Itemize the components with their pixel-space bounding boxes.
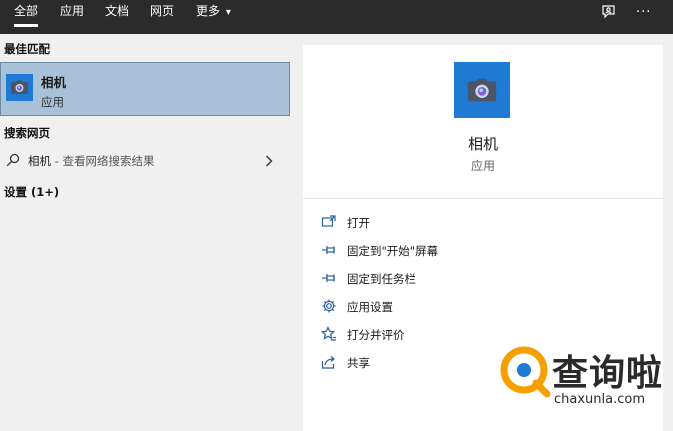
pin-to-start-action[interactable]: 固定到"开始"屏幕	[321, 240, 521, 262]
best-match-camera[interactable]: 相机 应用	[0, 62, 290, 116]
app-settings-label: 应用设置	[347, 300, 393, 314]
pin-to-taskbar-action[interactable]: 固定到任务栏	[321, 268, 521, 290]
app-name: 相机	[467, 135, 498, 153]
share-label: 共享	[347, 356, 370, 370]
open-action[interactable]: 打开	[321, 212, 521, 234]
results-list: 最佳匹配 相机 应用 搜索网页 相机 - 查看网络搜索结果 设置 (1+)	[0, 34, 293, 431]
web-search-query: 相机	[28, 154, 51, 168]
rate-and-review-action[interactable]: 打分并评价	[320, 324, 521, 346]
open-icon	[321, 214, 337, 230]
share-icon	[321, 354, 337, 370]
watermark-url: chaxunla.com	[554, 392, 645, 407]
web-search-hint: - 查看网络搜索结果	[51, 154, 155, 168]
best-match-type: 应用	[41, 95, 64, 109]
pin-start-icon	[321, 242, 337, 258]
share-action[interactable]: 共享	[321, 352, 521, 374]
pin-to-taskbar-label: 固定到任务栏	[347, 272, 416, 286]
search-icon	[6, 153, 20, 167]
rate-icon	[320, 326, 337, 342]
gear-icon	[321, 298, 337, 314]
tab-apps[interactable]: 应用	[60, 0, 84, 34]
tab-documents[interactable]: 文档	[105, 0, 129, 34]
open-label: 打开	[347, 216, 370, 230]
tab-web[interactable]: 网页	[150, 0, 174, 34]
chevron-down-icon: ▾	[225, 7, 231, 18]
divider	[303, 198, 663, 199]
more-options-icon[interactable]: ···	[636, 3, 658, 23]
watermark: 查询啦 chaxunla.com	[494, 340, 673, 431]
rate-and-review-label: 打分并评价	[347, 328, 405, 342]
watermark-title: 查询啦	[552, 353, 664, 394]
watermark-logo-icon	[498, 346, 552, 398]
search-filter-bar: 全部 应用 文档 网页 更多 ▾ ···	[0, 0, 673, 34]
camera-app-icon	[6, 74, 33, 101]
best-match-heading: 最佳匹配	[4, 42, 50, 56]
feedback-icon[interactable]	[599, 3, 621, 23]
best-match-name: 相机	[41, 75, 67, 90]
web-search-heading: 搜索网页	[4, 126, 50, 140]
settings-heading[interactable]: 设置 (1+)	[4, 184, 59, 200]
tab-more[interactable]: 更多 ▾	[196, 0, 231, 34]
web-search-result[interactable]: 相机 - 查看网络搜索结果	[0, 150, 293, 172]
pin-to-start-label: 固定到"开始"屏幕	[347, 244, 439, 258]
app-type: 应用	[470, 159, 495, 173]
app-settings-action[interactable]: 应用设置	[321, 296, 521, 318]
chevron-right-icon	[264, 154, 274, 168]
camera-app-large-icon	[454, 62, 510, 118]
pin-taskbar-icon	[321, 270, 337, 286]
tab-all[interactable]: 全部	[14, 0, 39, 34]
